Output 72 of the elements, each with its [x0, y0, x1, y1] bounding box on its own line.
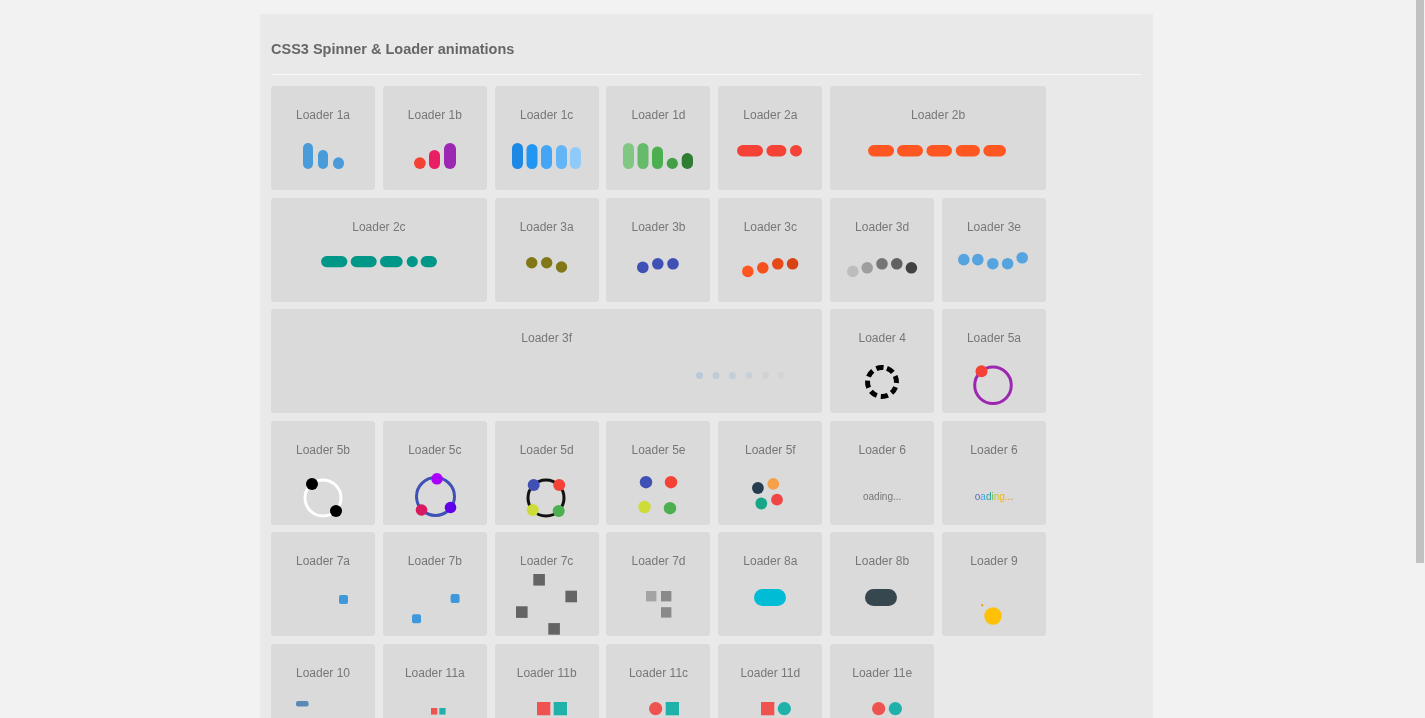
- bars-icon: [303, 143, 344, 169]
- squares-icon: [411, 594, 460, 624]
- square-icon: [338, 594, 348, 604]
- scrollbar-thumb[interactable]: [1416, 0, 1424, 563]
- dots-icon: [958, 252, 1029, 270]
- loader-label: Loader 11c: [628, 664, 689, 681]
- dashed-ring-icon: [864, 365, 899, 400]
- dots-icon: [696, 371, 786, 379]
- loader-label: Loader 9: [970, 553, 1018, 570]
- squares-icon: [515, 573, 577, 635]
- loader-label: Loader 7c: [519, 553, 574, 570]
- loader-label: Loader 8a: [743, 553, 798, 570]
- loader-label: Loader 5e: [631, 441, 686, 458]
- loader-label: Loader 3e: [966, 218, 1021, 235]
- ring-dot-icon: [972, 365, 1013, 406]
- dot-icon: [980, 604, 1002, 625]
- loader-label: Loader 3a: [519, 218, 574, 235]
- loader-label: Loader 11d: [740, 664, 801, 681]
- squares-icon: [645, 591, 671, 618]
- loader-label: Loader 5f: [744, 441, 796, 458]
- loader-label: Loader 4: [858, 330, 906, 347]
- dashes-icon: [320, 256, 437, 268]
- loader-label: Loader 1b: [407, 107, 462, 123]
- loader-label: Loader 2a: [743, 107, 798, 123]
- circle-square-icon: [649, 701, 680, 715]
- loader-label: Loader 11b: [516, 664, 577, 681]
- loader-label: Loader 3f: [521, 330, 572, 347]
- capsule-icon: [753, 589, 786, 607]
- loader-label: Loader 7b: [407, 553, 462, 570]
- loader-label: Loader 1d: [631, 107, 686, 123]
- ring-dots-icon: [526, 477, 567, 518]
- dots-icon: [637, 257, 680, 274]
- square-circle-icon: [760, 701, 791, 715]
- loader-label: Loader 3c: [743, 218, 797, 235]
- loader-label: Loader 6: [858, 441, 906, 458]
- loader-label: Loader 10: [295, 664, 350, 681]
- dots-icon: [525, 257, 567, 273]
- squares-icon: [430, 707, 446, 715]
- dashes-icon: [868, 144, 1007, 157]
- loader-label: Loader 2c: [352, 218, 406, 235]
- loader-label: Loader 7a: [295, 553, 350, 570]
- loader-label: Loader 5a: [966, 330, 1021, 347]
- loader-label: Loader 3d: [855, 218, 910, 235]
- dash-icon: [295, 700, 309, 707]
- loading-text: oading...: [974, 490, 1014, 505]
- dots-icon: [638, 475, 678, 514]
- ring-dots-icon: [414, 472, 457, 517]
- bars-icon: [623, 143, 693, 169]
- loader-label: Loader 5d: [519, 441, 574, 458]
- loader-label: Loader 8b: [855, 553, 910, 570]
- loading-text: oading...: [862, 490, 902, 505]
- circles-icon: [872, 701, 903, 715]
- loader-label: Loader 11e: [852, 664, 913, 681]
- loader-label: Loader 5c: [408, 441, 462, 458]
- loader-label: Loader 5b: [295, 441, 350, 458]
- loader-label: Loader 1a: [295, 107, 350, 123]
- dashes-icon: [737, 144, 803, 157]
- loader-label: Loader 11a: [404, 664, 465, 681]
- dots-icon: [741, 257, 799, 277]
- squares-icon: [537, 701, 568, 715]
- loader-label: Loader 2b: [911, 107, 966, 123]
- loader-label: Loader 3b: [631, 218, 686, 235]
- page-title: CSS3 Spinner & Loader animations: [271, 40, 515, 59]
- dots-icon: [846, 257, 917, 277]
- loader-label: Loader 7d: [631, 553, 686, 570]
- bars-icon: [413, 143, 456, 169]
- loader-label: Loader 1c: [519, 107, 574, 123]
- loader-label: Loader 6: [970, 441, 1018, 458]
- dots-icon: [751, 477, 783, 510]
- bars-icon: [511, 143, 581, 169]
- ring-dots-icon: [303, 477, 343, 518]
- capsule-icon: [865, 589, 898, 607]
